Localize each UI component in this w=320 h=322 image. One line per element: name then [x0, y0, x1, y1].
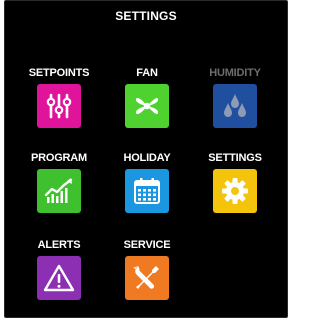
tools-icon [133, 266, 159, 289]
program-label: PROGRAM [30, 152, 88, 164]
alerts-label: ALERTS [37, 239, 81, 251]
fan-label: FAN [136, 67, 158, 79]
page-title: SETTINGS [115, 9, 177, 23]
service-label: SERVICE [123, 239, 171, 251]
calendar-icon [134, 178, 160, 204]
fan-button[interactable] [125, 84, 169, 128]
settings-tile[interactable]: SETTINGS [189, 152, 281, 222]
setpoints-tile[interactable]: SETPOINTS [13, 67, 105, 137]
setpoints-label: SETPOINTS [28, 67, 90, 79]
program-tile[interactable]: PROGRAM [13, 152, 105, 222]
service-button[interactable] [125, 256, 169, 300]
holiday-button[interactable] [125, 169, 169, 213]
water-drops-icon [224, 94, 246, 117]
holiday-tile[interactable]: HOLIDAY [101, 152, 193, 222]
alerts-tile[interactable]: ALERTS [13, 239, 105, 309]
settings-screen: SETTINGS SETPOINTS FAN HUMIDITY PROGRAM … [4, 0, 288, 318]
humidity-label: HUMIDITY [209, 67, 261, 79]
settings-label: SETTINGS [208, 152, 262, 164]
line-chart-icon [44, 178, 73, 203]
warning-icon [43, 264, 75, 292]
humidity-tile[interactable]: HUMIDITY [189, 67, 281, 137]
holiday-label: HOLIDAY [123, 152, 171, 164]
alerts-button[interactable] [37, 256, 81, 300]
setpoints-button[interactable] [37, 84, 81, 128]
sliders-icon [46, 93, 72, 119]
gear-icon [222, 178, 248, 204]
service-tile[interactable]: SERVICE [101, 239, 193, 309]
settings-button[interactable] [213, 169, 257, 213]
fan-icon [135, 97, 159, 115]
program-button[interactable] [37, 169, 81, 213]
humidity-button[interactable] [213, 84, 257, 128]
fan-tile[interactable]: FAN [101, 67, 193, 137]
